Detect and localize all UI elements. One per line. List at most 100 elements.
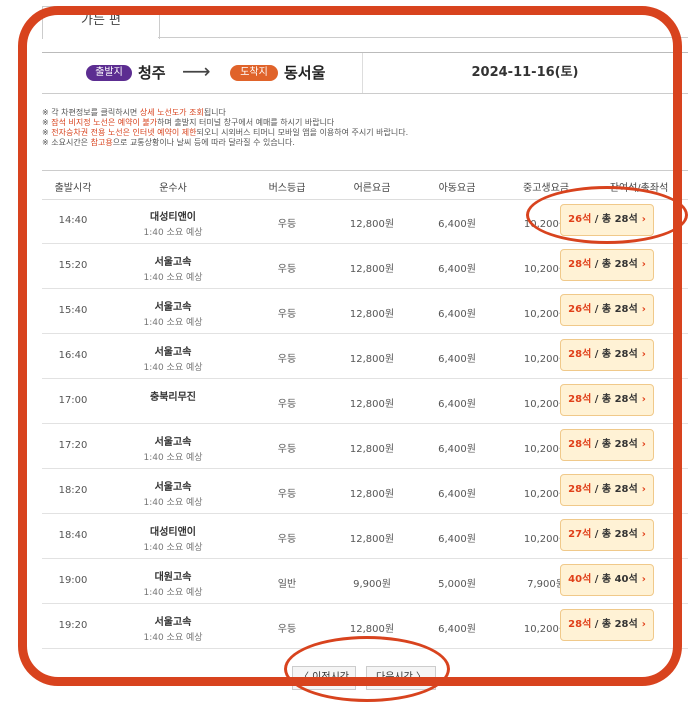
total-seats: / 총 28석	[591, 304, 638, 315]
table-row[interactable]: 15:40 서울고속 1:40 소요 예상 우등 12,800원 6,400원 10,200…	[42, 288, 688, 334]
child-fare: 6,400원	[438, 219, 476, 230]
table-row[interactable]: 15:20 서울고속 1:40 소요 예상 우등 12,800원 6,400원 10,200…	[42, 243, 688, 289]
duration-estimate: 1:40 소요 예상	[143, 633, 203, 643]
table-row[interactable]: 19:00 대원고속 1:40 소요 예상 일반 9,900원 5,000원 7,900원 4…	[42, 558, 688, 604]
adult-fare: 12,800원	[349, 264, 395, 275]
notice-item: ※ 각 차편정보를 클릭하시면 상세 노선도가 조회됩니다	[42, 108, 226, 117]
duration-estimate: 1:40 소요 예상	[143, 498, 203, 508]
company-name: 대성티앤이	[150, 527, 196, 538]
arrival-city: 동서울	[284, 64, 326, 82]
company-name: 서울고속	[154, 437, 192, 448]
company-cell: 서울고속 1:40 소요 예상	[104, 343, 242, 373]
child-fare: 6,400원	[438, 399, 476, 410]
header-departure-time: 출발시각	[54, 183, 92, 194]
seat-select-button[interactable]: 28석 / 총 28석 ›	[560, 609, 654, 641]
adult-fare: 12,800원	[349, 489, 395, 500]
company-cell: 대성티앤이 1:40 소요 예상	[104, 523, 242, 553]
remaining-seats: 28석	[568, 349, 592, 360]
remaining-seats: 28석	[568, 259, 592, 270]
company-cell: 서울고속 1:40 소요 예상	[104, 253, 242, 283]
departure-time: 17:00	[58, 395, 88, 406]
child-fare: 6,400원	[438, 534, 476, 545]
departure-city: 청주	[138, 64, 166, 82]
departure-badge: 출발지	[86, 65, 132, 81]
chevron-right-icon: ›	[641, 484, 646, 495]
company-cell: 서울고속 1:40 소요 예상	[104, 433, 242, 463]
seat-select-button[interactable]: 28석 / 총 28석 ›	[560, 429, 654, 461]
chevron-right-icon: ›	[641, 349, 646, 360]
total-seats: / 총 28석	[591, 529, 638, 540]
arrow-right-icon: ⟶	[182, 59, 211, 83]
route-cities: 출발지 청주 ⟶ 도착지 동서울	[42, 53, 363, 93]
child-fare: 6,400원	[438, 309, 476, 320]
bus-grade: 우등	[277, 489, 297, 500]
table-row[interactable]: 18:20 서울고속 1:40 소요 예상 우등 12,800원 6,400원 10,200…	[42, 468, 688, 514]
seat-select-button[interactable]: 28석 / 총 28석 ›	[560, 249, 654, 281]
duration-estimate: 1:40 소요 예상	[143, 363, 203, 373]
tab-outbound[interactable]: 가는 편	[42, 6, 160, 39]
chevron-right-icon: ›	[641, 439, 646, 450]
tab-divider	[158, 37, 688, 38]
seat-select-button[interactable]: 40석 / 총 40석 ›	[560, 564, 654, 596]
company-cell: 대원고속 1:40 소요 예상	[104, 568, 242, 598]
remaining-seats: 40석	[568, 574, 592, 585]
table-row[interactable]: 16:40 서울고속 1:40 소요 예상 우등 12,800원 6,400원 10,200…	[42, 333, 688, 379]
adult-fare: 12,800원	[349, 399, 395, 410]
child-fare: 5,000원	[438, 579, 476, 590]
bus-grade: 우등	[277, 219, 297, 230]
seat-select-button[interactable]: 28석 / 총 28석 ›	[560, 474, 654, 506]
bus-grade: 우등	[277, 399, 297, 410]
child-fare: 6,400원	[438, 264, 476, 275]
table-row[interactable]: 18:40 대성티앤이 1:40 소요 예상 우등 12,800원 6,400원 10,20…	[42, 513, 688, 559]
header-adult-fare: 어른요금	[353, 183, 391, 194]
company-cell: 충북리무진	[104, 388, 242, 405]
total-seats: / 총 28석	[591, 619, 638, 630]
chevron-right-icon: ›	[641, 304, 646, 315]
adult-fare: 12,800원	[349, 624, 395, 635]
child-fare: 6,400원	[438, 624, 476, 635]
departure-time: 19:00	[58, 575, 88, 586]
remaining-seats: 28석	[568, 439, 592, 450]
bus-grade: 우등	[277, 624, 297, 635]
remaining-seats: 26석	[568, 304, 592, 315]
adult-fare: 12,800원	[349, 309, 395, 320]
adult-fare: 12,800원	[349, 354, 395, 365]
company-name: 서울고속	[154, 347, 192, 358]
departure-time: 19:20	[58, 620, 88, 631]
adult-fare: 9,900원	[353, 579, 391, 590]
seat-select-button[interactable]: 28석 / 총 28석 ›	[560, 339, 654, 371]
company-name: 충북리무진	[150, 392, 196, 403]
company-name: 서울고속	[154, 257, 192, 268]
table-row[interactable]: 17:20 서울고속 1:40 소요 예상 우등 12,800원 6,400원 10,200…	[42, 423, 688, 469]
table-row[interactable]: 17:00 충북리무진 우등 12,800원 6,400원 10,200원 28석 / 총 …	[42, 378, 688, 424]
arrival-badge: 도착지	[230, 65, 278, 81]
departure-time: 15:40	[58, 305, 88, 316]
company-name: 서울고속	[154, 302, 192, 313]
total-seats: / 총 28석	[591, 439, 638, 450]
total-seats: / 총 28석	[591, 259, 638, 270]
departure-time: 18:40	[58, 530, 88, 541]
remaining-seats: 28석	[568, 394, 592, 405]
bus-grade: 우등	[277, 309, 297, 320]
bus-grade: 우등	[277, 444, 297, 455]
duration-estimate: 1:40 소요 예상	[143, 453, 203, 463]
seat-select-button[interactable]: 28석 / 총 28석 ›	[560, 384, 654, 416]
notice-list: ※ 각 차편정보를 클릭하시면 상세 노선도가 조회됩니다 ※ 잠석 비지정 노…	[42, 108, 682, 148]
header-bus-grade: 버스등급	[268, 183, 306, 194]
seat-select-button[interactable]: 27석 / 총 28석 ›	[560, 519, 654, 551]
total-seats: / 총 28석	[591, 394, 638, 405]
annotation-circle	[284, 636, 450, 702]
adult-fare: 12,800원	[349, 219, 395, 230]
child-fare: 6,400원	[438, 354, 476, 365]
notice-item: ※ 소요시간은 참고용으로 교통상황이나 날씨 등에 따라 달라질 수 있습니다…	[42, 138, 295, 147]
departure-time: 17:20	[58, 440, 88, 451]
total-seats: / 총 40석	[591, 574, 638, 585]
total-seats: / 총 28석	[591, 349, 638, 360]
bus-grade: 우등	[277, 264, 297, 275]
company-name: 대성티앤이	[150, 212, 196, 223]
chevron-right-icon: ›	[641, 619, 646, 630]
duration-estimate: 1:40 소요 예상	[143, 273, 203, 283]
seat-select-button[interactable]: 26석 / 총 28석 ›	[560, 294, 654, 326]
company-cell: 서울고속 1:40 소요 예상	[104, 478, 242, 508]
duration-estimate: 1:40 소요 예상	[143, 318, 203, 328]
